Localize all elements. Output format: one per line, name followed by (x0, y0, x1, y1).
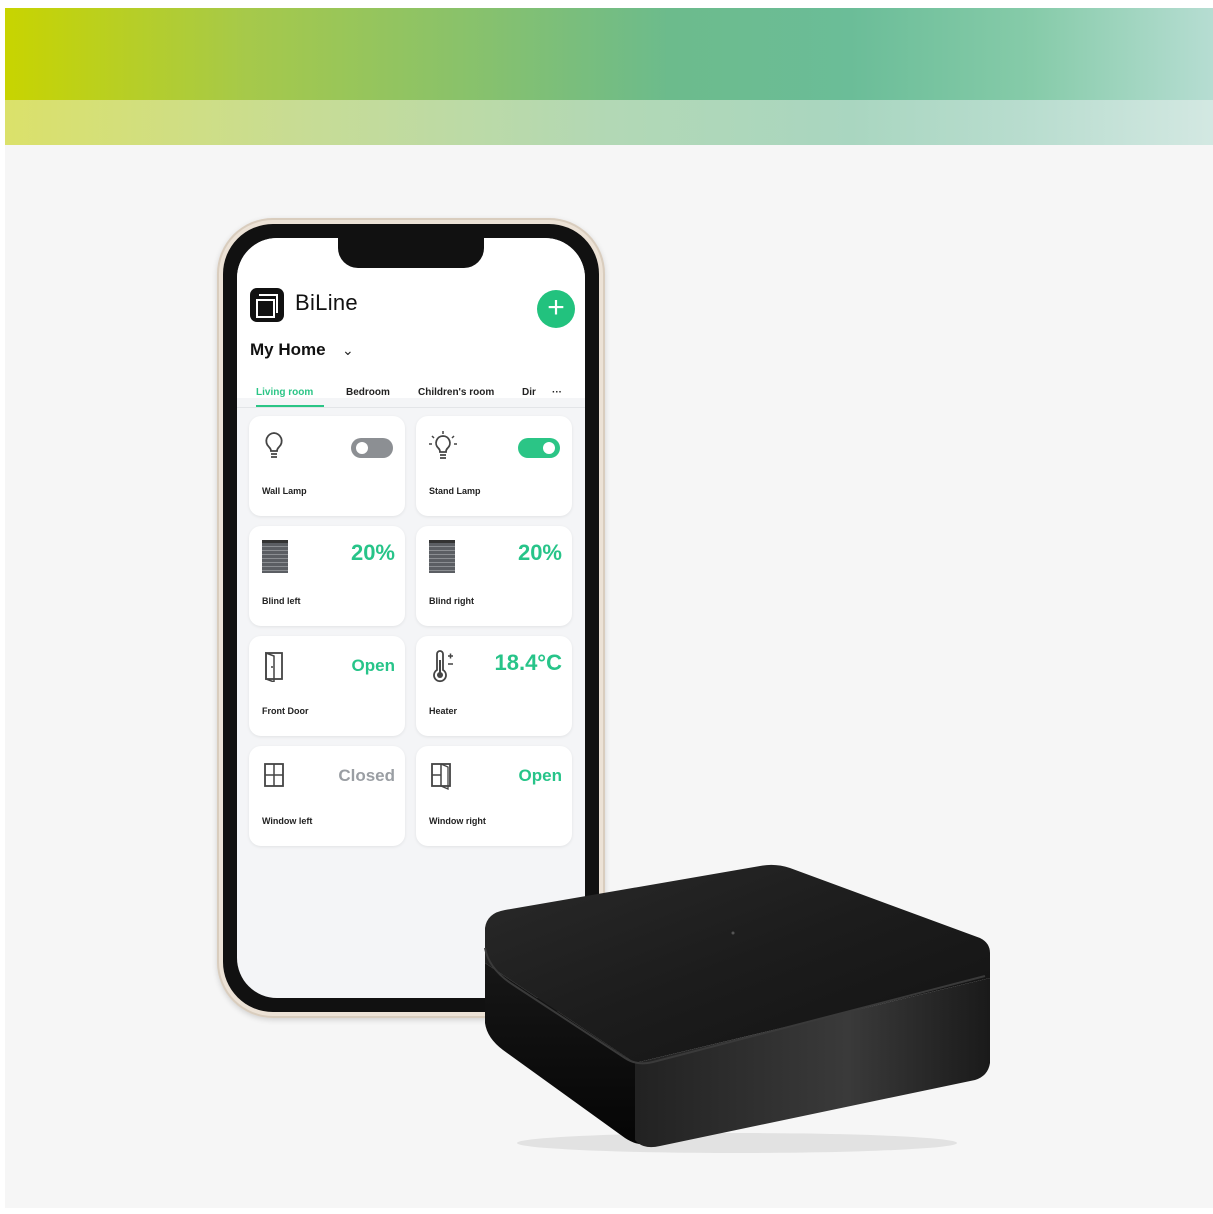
window-icon (261, 760, 291, 794)
home-selector[interactable]: My Home (250, 340, 326, 360)
window-open-icon (428, 760, 458, 794)
gradient-subheader-band (5, 100, 1213, 145)
device-name: Blind right (429, 596, 474, 606)
device-tile-blind-right[interactable]: 20% Blind right (416, 526, 572, 626)
device-tile-window-right[interactable]: Open Window right (416, 746, 572, 846)
heater-temperature: 18.4°C (494, 650, 562, 675)
tab-dining[interactable]: Dir (522, 387, 536, 398)
stand-lamp-toggle[interactable] (518, 438, 560, 458)
tab-divider (237, 407, 585, 408)
device-tile-stand-lamp[interactable]: Stand Lamp (416, 416, 572, 516)
device-name: Window left (262, 816, 313, 826)
chevron-down-icon[interactable]: ⌄ (342, 342, 354, 359)
device-name: Blind left (262, 596, 301, 606)
device-name: Window right (429, 816, 486, 826)
tab-bedroom[interactable]: Bedroom (346, 387, 390, 398)
thermometer-icon (428, 650, 458, 684)
window-status: Open (518, 766, 562, 785)
bulb-lit-icon (428, 430, 458, 464)
device-tile-wall-lamp[interactable]: Wall Lamp (249, 416, 405, 516)
tabs-more-icon[interactable]: ··· (552, 387, 562, 398)
biline-logo-icon (250, 288, 284, 322)
smart-hub-device (475, 858, 1000, 1158)
door-status: Open (351, 656, 395, 675)
blind-icon (429, 540, 455, 573)
bulb-icon (261, 430, 291, 464)
door-icon (261, 650, 291, 684)
window-status: Closed (338, 766, 395, 785)
blind-position: 20% (517, 540, 562, 565)
blind-position: 20% (350, 540, 395, 565)
device-name: Front Door (262, 706, 309, 716)
device-tile-front-door[interactable]: Open Front Door (249, 636, 405, 736)
phone-notch (338, 238, 484, 268)
wall-lamp-toggle[interactable] (351, 438, 393, 458)
product-banner: BiLine + My Home ⌄ Living room Bedroom C… (5, 8, 1213, 1208)
blind-icon (262, 540, 288, 573)
device-tile-blind-left[interactable]: 20% Blind left (249, 526, 405, 626)
add-device-button[interactable]: + (537, 290, 575, 328)
brand-name: BiLine (295, 290, 358, 315)
tab-childrens-room[interactable]: Children's room (418, 387, 494, 398)
device-name: Wall Lamp (262, 486, 307, 496)
device-name: Heater (429, 706, 458, 716)
device-tile-heater[interactable]: 18.4°C Heater (416, 636, 572, 736)
device-name: Stand Lamp (429, 486, 481, 496)
gradient-header-band (5, 8, 1213, 100)
device-tile-window-left[interactable]: Closed Window left (249, 746, 405, 846)
tab-living-room[interactable]: Living room (256, 387, 313, 398)
